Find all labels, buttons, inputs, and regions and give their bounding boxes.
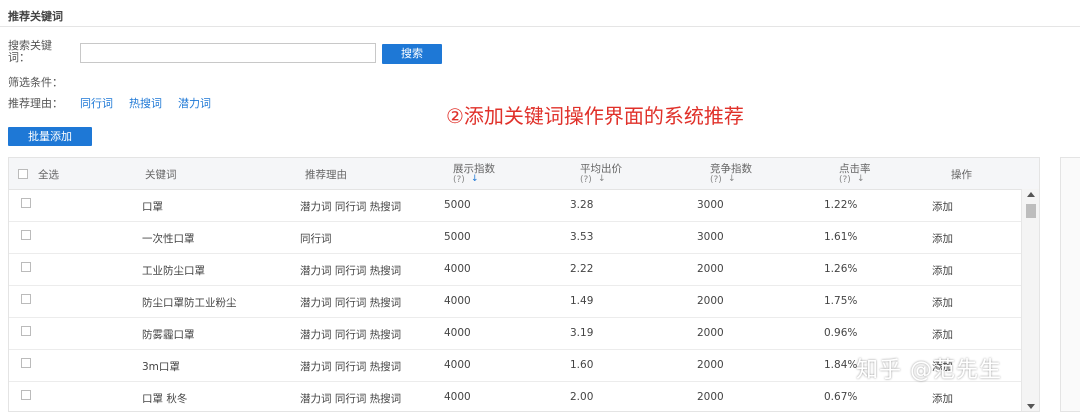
sort-down-icon[interactable]: ↓	[857, 174, 865, 184]
sort-down-icon[interactable]: ↓	[471, 174, 479, 184]
avg-bid-cell: 2.22	[570, 263, 594, 275]
table-row: 防尘口罩防工业粉尘 潜力词 同行词 热搜词 4000 1.49 2000 1.7…	[9, 285, 1021, 318]
row-checkbox[interactable]	[21, 294, 31, 304]
col-keyword: 关键词	[145, 169, 177, 181]
keyword-cell: 3m口罩	[142, 361, 180, 373]
keyword-cell: 口罩	[142, 201, 163, 213]
display-index-cell: 4000	[444, 359, 471, 371]
avg-bid-cell: 1.60	[570, 359, 594, 371]
col-action: 操作	[951, 169, 972, 181]
competition-cell: 2000	[697, 327, 724, 339]
display-index-cell: 5000	[444, 199, 471, 211]
reason-label: 推荐理由：	[8, 97, 63, 110]
display-index-cell: 5000	[444, 231, 471, 243]
competition-cell: 2000	[697, 359, 724, 371]
keyword-cell: 口罩 秋冬	[142, 393, 188, 405]
help-icon[interactable]: (?)	[453, 175, 465, 185]
reason-cell: 潜力词 同行词 热搜词	[300, 361, 402, 373]
help-icon[interactable]: (?)	[580, 175, 592, 185]
annotation-text: ②添加关键词操作界面的系统推荐	[446, 104, 744, 128]
ctr-cell: 1.22%	[824, 199, 858, 211]
row-checkbox[interactable]	[21, 230, 31, 240]
competition-cell: 3000	[697, 231, 724, 243]
filter-peer-words[interactable]: 同行词	[80, 95, 113, 111]
scroll-down-icon[interactable]	[1027, 404, 1035, 409]
ctr-cell: 1.26%	[824, 263, 858, 275]
display-index-cell: 4000	[444, 295, 471, 307]
avg-bid-cell: 3.19	[570, 327, 594, 339]
reason-cell: 潜力词 同行词 热搜词	[300, 393, 402, 405]
display-index-cell: 4000	[444, 391, 471, 403]
col-select-all: 全选	[38, 169, 59, 181]
keyword-cell: 一次性口罩	[142, 233, 195, 245]
divider	[0, 26, 1080, 27]
avg-bid-cell: 1.49	[570, 295, 594, 307]
reason-cell: 潜力词 同行词 热搜词	[300, 265, 402, 277]
add-button[interactable]: 添加	[932, 263, 953, 278]
row-checkbox[interactable]	[21, 262, 31, 272]
table-row: 一次性口罩 同行词 5000 3.53 3000 1.61% 添加	[9, 221, 1021, 254]
competition-cell: 2000	[697, 391, 724, 403]
table-row: 口罩 潜力词 同行词 热搜词 5000 3.28 3000 1.22% 添加	[9, 189, 1021, 222]
competition-cell: 2000	[697, 263, 724, 275]
add-button[interactable]: 添加	[932, 199, 953, 214]
add-button[interactable]: 添加	[932, 231, 953, 246]
help-icon[interactable]: (?)	[839, 175, 851, 185]
side-panel	[1060, 157, 1080, 412]
display-index-cell: 4000	[444, 263, 471, 275]
watermark: 知乎 @范先生	[856, 358, 1002, 383]
ctr-cell: 1.61%	[824, 231, 858, 243]
ctr-cell: 0.96%	[824, 327, 858, 339]
reason-cell: 潜力词 同行词 热搜词	[300, 297, 402, 309]
ctr-cell: 1.84%	[824, 359, 858, 371]
ctr-cell: 0.67%	[824, 391, 858, 403]
add-button[interactable]: 添加	[932, 327, 953, 342]
filter-label: 筛选条件：	[8, 76, 63, 89]
add-button[interactable]: 添加	[932, 295, 953, 310]
filter-potential-words[interactable]: 潜力词	[178, 95, 211, 111]
scroll-thumb[interactable]	[1026, 204, 1036, 218]
add-button[interactable]: 添加	[932, 391, 953, 406]
row-checkbox[interactable]	[21, 390, 31, 400]
search-button[interactable]: 搜索	[382, 44, 442, 64]
scroll-up-icon[interactable]	[1027, 192, 1035, 197]
sort-down-icon[interactable]: ↓	[728, 174, 736, 184]
keyword-cell: 工业防尘口罩	[142, 265, 205, 277]
competition-cell: 3000	[697, 199, 724, 211]
table-row: 口罩 秋冬 潜力词 同行词 热搜词 4000 2.00 2000 0.67% 添…	[9, 381, 1021, 411]
avg-bid-cell: 3.53	[570, 231, 594, 243]
table-row: 防雾霾口罩 潜力词 同行词 热搜词 4000 3.19 2000 0.96% 添…	[9, 317, 1021, 350]
search-label: 搜索关键 词：	[8, 39, 52, 64]
help-icon[interactable]: (?)	[710, 175, 722, 185]
reason-cell: 潜力词 同行词 热搜词	[300, 329, 402, 341]
table-row: 工业防尘口罩 潜力词 同行词 热搜词 4000 2.22 2000 1.26% …	[9, 253, 1021, 286]
ctr-cell: 1.75%	[824, 295, 858, 307]
keyword-cell: 防雾霾口罩	[142, 329, 195, 341]
search-input[interactable]	[80, 43, 376, 63]
display-index-cell: 4000	[444, 327, 471, 339]
reason-cell: 同行词	[300, 233, 332, 245]
section-title: 推荐关键词	[8, 10, 63, 23]
reason-cell: 潜力词 同行词 热搜词	[300, 201, 402, 213]
sort-down-icon[interactable]: ↓	[598, 174, 606, 184]
row-checkbox[interactable]	[21, 358, 31, 368]
competition-cell: 2000	[697, 295, 724, 307]
table-header: 全选 关键词 推荐理由 展示指数 (?) ↓ 平均出价 (?) ↓ 竞争指数 (…	[9, 158, 1039, 190]
vertical-scrollbar[interactable]	[1021, 189, 1039, 411]
keyword-cell: 防尘口罩防工业粉尘	[142, 297, 237, 309]
row-checkbox[interactable]	[21, 326, 31, 336]
avg-bid-cell: 3.28	[570, 199, 594, 211]
batch-add-button[interactable]: 批量添加	[8, 127, 92, 146]
col-ctr: 点击率	[839, 163, 871, 175]
col-reason: 推荐理由	[305, 169, 347, 181]
row-checkbox[interactable]	[21, 198, 31, 208]
filter-hot-words[interactable]: 热搜词	[129, 95, 162, 111]
avg-bid-cell: 2.00	[570, 391, 594, 403]
select-all-checkbox[interactable]	[18, 169, 28, 179]
